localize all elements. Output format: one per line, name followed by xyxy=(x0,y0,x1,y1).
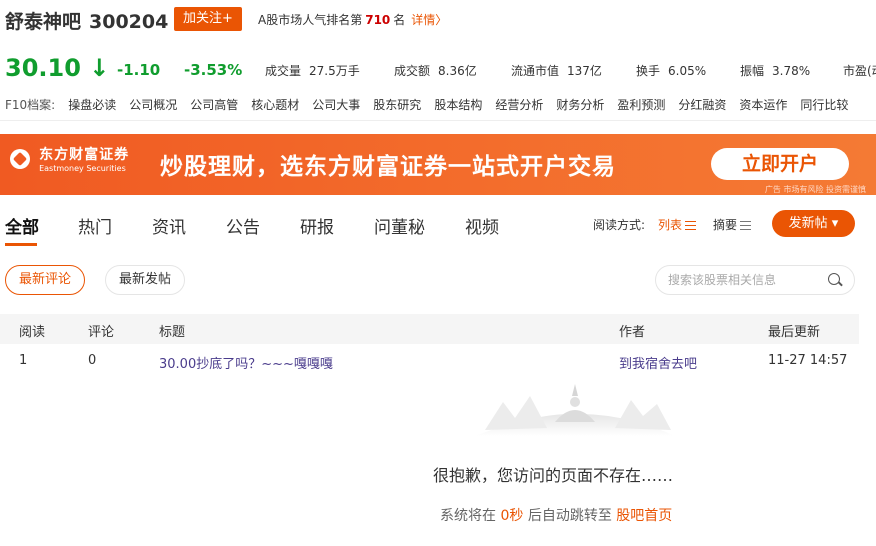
down-arrow-icon: ↓ xyxy=(89,54,110,82)
f10-item[interactable]: 资本运作 xyxy=(739,96,787,113)
f10-item[interactable]: 公司高管 xyxy=(190,96,238,113)
search-icon[interactable] xyxy=(828,273,840,285)
redirect-mid: 后自动跳转至 xyxy=(527,508,612,524)
stat-label: 市盈(动) xyxy=(843,64,876,78)
read-mode-label: 阅读方式: xyxy=(593,218,646,232)
stock-price: 30.10 ↓ xyxy=(5,54,109,82)
broker-logo: 东方财富证券 Eastmoney Securities xyxy=(10,144,129,173)
stat-label: 振幅 xyxy=(740,64,765,78)
search-input[interactable] xyxy=(666,272,820,288)
stock-code: 300204 xyxy=(89,11,169,33)
redirect-prefix: 系统将在 xyxy=(440,508,496,524)
price-change: -1.10 xyxy=(117,61,161,79)
rank-value: 710 xyxy=(365,13,391,27)
popularity-rank: A股市场人气排名第 710 名详情〉 xyxy=(258,11,447,28)
active-tab-indicator xyxy=(5,243,37,246)
col-title: 标题 xyxy=(159,325,186,340)
price-value: 30.10 xyxy=(5,54,81,82)
col-reads: 阅读 xyxy=(19,325,46,340)
broker-logo-icon xyxy=(10,148,30,169)
col-updated: 最后更新 xyxy=(768,325,821,340)
follow-button[interactable]: 加关注+ xyxy=(174,7,242,31)
col-comments: 评论 xyxy=(88,325,115,340)
stat-amplitude: 振幅 3.78% xyxy=(740,62,810,79)
f10-item[interactable]: 核心题材 xyxy=(251,96,299,113)
not-found-message: 很抱歉，您访问的页面不存在…… xyxy=(433,466,674,485)
f10-item[interactable]: 股本结构 xyxy=(434,96,482,113)
broker-logo-cn: 东方财富证券 xyxy=(39,147,130,163)
row-reads: 1 xyxy=(19,353,28,368)
post-title-link[interactable]: 30.00抄底了吗？~~~嘎嘎嘎 xyxy=(159,353,333,372)
f10-item[interactable]: 同行比较 xyxy=(800,96,848,113)
row-updated: 11-27 14:57 xyxy=(768,353,848,368)
f10-nav: F10档案: 操盘必读 公司概况 公司高管 核心题材 公司大事 股东研究 股本结… xyxy=(5,96,861,113)
stat-pe: 市盈(动) xyxy=(843,62,876,79)
f10-item[interactable]: 分红融资 xyxy=(678,96,726,113)
tab-ask-secretary[interactable]: 问董秘 xyxy=(374,213,425,238)
search-box xyxy=(655,265,855,295)
stat-label: 换手 xyxy=(636,64,661,78)
f10-item[interactable]: 盈利预测 xyxy=(617,96,665,113)
stat-value: 8.36亿 xyxy=(438,64,477,78)
page-title: 舒泰神吧 300204 xyxy=(5,7,168,34)
stat-label: 成交额 xyxy=(394,64,431,78)
f10-item[interactable]: 公司概况 xyxy=(129,96,177,113)
f10-item[interactable]: 股东研究 xyxy=(373,96,421,113)
tab-announcements[interactable]: 公告 xyxy=(226,213,260,238)
stat-label: 流通市值 xyxy=(511,64,560,78)
stat-value: 137亿 xyxy=(567,64,602,78)
f10-label: F10档案: xyxy=(5,98,56,112)
stat-volume: 成交量 27.5万手 xyxy=(265,62,360,79)
tab-video[interactable]: 视频 xyxy=(465,213,499,238)
summary-icon xyxy=(740,221,752,230)
price-change-pct: -3.53% xyxy=(184,61,243,79)
table-header xyxy=(0,314,859,344)
filter-latest-comment[interactable]: 最新评论 xyxy=(5,265,85,295)
f10-item[interactable]: 经营分析 xyxy=(495,96,543,113)
read-mode-list[interactable]: 列表 xyxy=(658,216,697,233)
stat-float-cap: 流通市值 137亿 xyxy=(511,62,602,79)
stat-value: 6.05% xyxy=(668,64,707,78)
stat-turnover-rate: 换手 6.05% xyxy=(636,62,706,79)
header-divider xyxy=(0,120,876,121)
rank-suffix: 名 xyxy=(393,13,406,27)
tab-news[interactable]: 资讯 xyxy=(152,213,186,238)
redirect-notice: 系统将在 0秒 后自动跳转至 股吧首页 xyxy=(440,505,672,525)
list-icon xyxy=(685,221,697,230)
bar-name: 舒泰神吧 xyxy=(5,11,82,33)
tab-all[interactable]: 全部 xyxy=(5,213,39,238)
stat-label: 成交量 xyxy=(265,64,302,78)
banner-slogan: 炒股理财，选东方财富证券一站式开户交易 xyxy=(160,154,616,180)
filter-latest-post[interactable]: 最新发帖 xyxy=(105,265,185,295)
stat-value: 27.5万手 xyxy=(309,64,360,78)
ad-disclaimer: 广告 市场有风险 投资需谨慎 xyxy=(764,185,866,194)
home-link[interactable]: 股吧首页 xyxy=(616,508,672,524)
redirect-countdown: 0秒 xyxy=(500,508,524,524)
post-author-link[interactable]: 到我宿舍去吧 xyxy=(619,353,697,372)
new-post-button[interactable]: 发新帖 ▾ xyxy=(772,210,855,237)
empty-state-illustration xyxy=(475,384,675,436)
f10-item[interactable]: 操盘必读 xyxy=(68,96,116,113)
rank-prefix: A股市场人气排名第 xyxy=(258,13,363,27)
f10-item[interactable]: 公司大事 xyxy=(312,96,360,113)
f10-item[interactable]: 财务分析 xyxy=(556,96,604,113)
broker-logo-en: Eastmoney Securities xyxy=(39,164,126,173)
stat-value: 3.78% xyxy=(772,64,811,78)
col-author: 作者 xyxy=(619,325,646,340)
tab-research[interactable]: 研报 xyxy=(300,213,334,238)
open-account-button[interactable]: 立即开户 xyxy=(711,148,849,180)
read-mode-summary-label: 摘要 xyxy=(713,218,738,232)
read-mode-list-label: 列表 xyxy=(658,218,683,232)
row-comments: 0 xyxy=(88,353,97,368)
ad-banner[interactable]: 东方财富证券 Eastmoney Securities 炒股理财，选东方财富证券… xyxy=(0,134,876,195)
read-mode-summary[interactable]: 摘要 xyxy=(713,216,752,233)
rank-details-link[interactable]: 详情〉 xyxy=(411,13,447,27)
tab-hot[interactable]: 热门 xyxy=(78,213,112,238)
stat-turnover-amount: 成交额 8.36亿 xyxy=(394,62,477,79)
